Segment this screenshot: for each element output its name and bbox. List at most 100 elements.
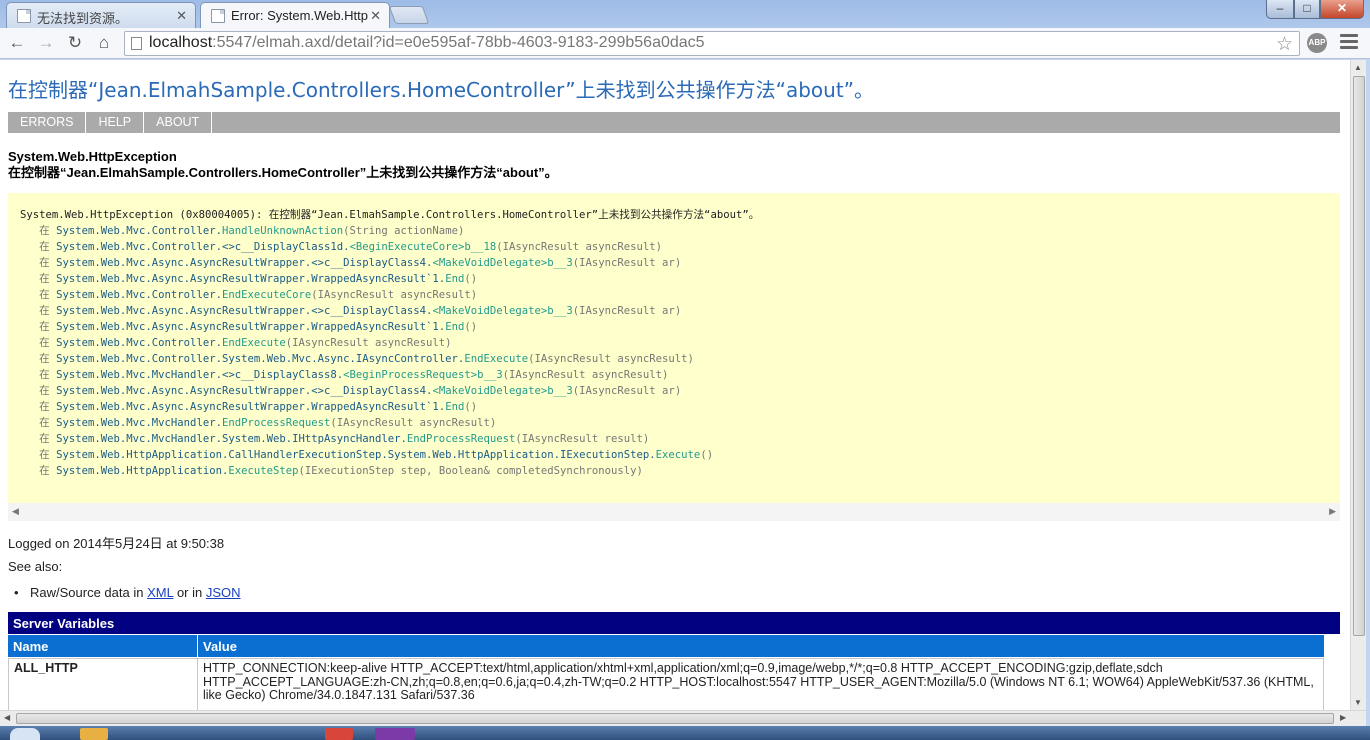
trace-prefix: 在 <box>39 449 50 461</box>
trace-line: 在 System.Web.Mvc.Controller.System.Web.M… <box>20 353 694 365</box>
raw-prefix: Raw/Source data in <box>30 585 144 600</box>
tab-title: Error: System.Web.Http <box>231 8 369 23</box>
trace-method-path: System.Web.Mvc.Async.AsyncResultWrapper.… <box>56 385 433 397</box>
trace-line: 在 System.Web.Mvc.Async.AsyncResultWrappe… <box>20 385 681 397</box>
trace-method-args: (IAsyncResult asyncResult) <box>311 289 478 301</box>
back-icon[interactable]: ← <box>6 32 28 54</box>
taskbar-app-icon[interactable] <box>375 728 415 740</box>
scroll-right-icon[interactable]: ▶ <box>1329 506 1336 517</box>
new-tab-button[interactable] <box>388 6 430 24</box>
stack-trace-box: System.Web.HttpException (0x80004005): 在… <box>8 193 1340 503</box>
scroll-right-icon[interactable]: ▶ <box>1340 713 1346 722</box>
trace-prefix: 在 <box>39 353 50 365</box>
trace-method-args: (IAsyncResult asyncResult) <box>502 369 669 381</box>
trace-prefix: 在 <box>39 385 50 397</box>
scroll-left-icon[interactable]: ◀ <box>4 713 10 722</box>
close-window-button[interactable]: ✕ <box>1320 0 1364 19</box>
adblock-plus-icon[interactable]: ABP <box>1307 33 1327 53</box>
column-header-name: Name <box>8 635 197 657</box>
error-message: 在控制器“Jean.ElmahSample.Controllers.HomeCo… <box>8 165 558 180</box>
trace-line: 在 System.Web.Mvc.Async.AsyncResultWrappe… <box>20 273 477 285</box>
page-favicon-icon <box>17 9 31 23</box>
vertical-scroll-thumb[interactable] <box>1353 76 1365 636</box>
error-heading: System.Web.HttpException 在控制器“Jean.Elmah… <box>8 149 558 181</box>
minimize-button[interactable]: – <box>1266 0 1294 19</box>
bookmark-star-icon[interactable]: ☆ <box>1276 33 1293 56</box>
trace-method-args: () <box>700 449 714 461</box>
scroll-up-icon[interactable]: ▲ <box>1354 63 1362 72</box>
logged-on-text: Logged on 2014年5月24日 at 9:50:38 <box>8 536 225 551</box>
trace-line: 在 System.Web.Mvc.MvcHandler.System.Web.I… <box>20 433 649 445</box>
address-bar[interactable]: localhost:5547/elmah.axd/detail?id=e0e59… <box>124 31 1300 56</box>
trace-method-args: (IAsyncResult ar) <box>572 305 682 317</box>
trace-line: 在 System.Web.Mvc.Async.AsyncResultWrappe… <box>20 321 477 333</box>
nav-about-link[interactable]: ABOUT <box>144 112 213 133</box>
trace-prefix: 在 <box>39 321 50 333</box>
taskbar-app-icon[interactable] <box>80 728 108 740</box>
page-viewport: 在控制器“Jean.ElmahSample.Controllers.HomeCo… <box>0 60 1350 710</box>
tab-close-icon[interactable]: ✕ <box>370 8 381 24</box>
error-type: System.Web.HttpException <box>8 149 177 164</box>
trace-horizontal-scrollbar[interactable]: ◀ ▶ <box>8 503 1340 521</box>
trace-line: 在 System.Web.Mvc.Controller.EndExecute(I… <box>20 337 451 349</box>
tab-not-found[interactable]: 无法找到资源。 ✕ <box>6 2 196 28</box>
vertical-scrollbar[interactable]: ▲ ▼ <box>1350 60 1366 710</box>
bullet-icon: • <box>14 585 19 600</box>
trace-prefix: 在 <box>39 257 50 269</box>
trace-method-args: (IAsyncResult asyncResult) <box>330 417 497 429</box>
horizontal-scrollbar[interactable]: ◀ ▶ <box>0 710 1366 726</box>
trace-method-name: <BeginExecuteCore>b__18 <box>349 241 497 253</box>
trace-line: 在 System.Web.Mvc.Async.AsyncResultWrappe… <box>20 257 681 269</box>
nav-help-link[interactable]: HELP <box>86 112 145 133</box>
browser-window: 无法找到资源。 ✕ Error: System.Web.Http ✕ – □ ✕… <box>0 0 1370 740</box>
page-favicon-icon <box>211 9 225 23</box>
trace-method-path: System.Web.Mvc.Async.AsyncResultWrapper.… <box>56 305 433 317</box>
home-icon[interactable]: ⌂ <box>93 32 115 54</box>
trace-prefix: 在 <box>39 401 50 413</box>
trace-method-args: (IAsyncResult ar) <box>572 385 682 397</box>
reload-icon[interactable]: ↻ <box>64 32 86 54</box>
trace-method-args: (IAsyncResult result) <box>515 433 650 445</box>
trace-line: 在 System.Web.Mvc.Async.AsyncResultWrappe… <box>20 305 681 317</box>
server-variables-header: Server Variables <box>8 612 1340 634</box>
trace-method-args: (IAsyncResult asyncResult) <box>528 353 694 365</box>
trace-method-path: System.Web.Mvc.Async.AsyncResultWrapper.… <box>56 257 433 269</box>
tab-title: 无法找到资源。 <box>37 11 129 26</box>
trace-method-name: End <box>445 273 465 285</box>
json-link[interactable]: JSON <box>206 585 241 600</box>
trace-method-name: EndExecuteCore <box>221 289 312 301</box>
trace-prefix: 在 <box>39 289 50 301</box>
tab-strip: 无法找到资源。 ✕ Error: System.Web.Http ✕ – □ ✕ <box>0 0 1370 28</box>
trace-prefix: 在 <box>39 225 50 237</box>
trace-method-name: EndExecute <box>464 353 529 365</box>
trace-method-path: System.Web.Mvc.Controller. <box>56 337 222 349</box>
trace-method-args: (String actionName) <box>343 225 465 237</box>
trace-method-args: () <box>464 321 478 333</box>
trace-method-name: End <box>445 401 465 413</box>
forward-icon[interactable]: → <box>35 32 57 54</box>
column-header-value: Value <box>198 635 1324 657</box>
trace-method-path: System.Web.Mvc.Async.AsyncResultWrapper.… <box>56 273 446 285</box>
trace-prefix: 在 <box>39 337 50 349</box>
tab-elmah-error[interactable]: Error: System.Web.Http ✕ <box>200 2 390 28</box>
trace-prefix: 在 <box>39 465 50 477</box>
trace-method-path: System.Web.Mvc.Async.AsyncResultWrapper.… <box>56 321 446 333</box>
trace-method-args: (IAsyncResult asyncResult) <box>496 241 663 253</box>
scroll-left-icon[interactable]: ◀ <box>12 506 19 517</box>
menu-icon[interactable] <box>1340 34 1358 52</box>
tab-close-icon[interactable]: ✕ <box>176 8 187 24</box>
trace-method-name: EndProcessRequest <box>406 433 516 445</box>
start-button[interactable] <box>10 728 40 740</box>
maximize-button[interactable]: □ <box>1294 0 1320 19</box>
trace-prefix: 在 <box>39 417 50 429</box>
horizontal-scroll-thumb[interactable] <box>16 713 1334 724</box>
scroll-down-icon[interactable]: ▼ <box>1354 698 1362 707</box>
taskbar-app-icon[interactable] <box>325 728 353 740</box>
trace-method-path: System.Web.Mvc.Controller. <box>56 289 222 301</box>
nav-errors-link[interactable]: ERRORS <box>8 112 87 133</box>
trace-method-path: System.Web.Mvc.MvcHandler.System.Web.IHt… <box>56 433 407 445</box>
see-also-label: See also: <box>8 559 63 574</box>
xml-link[interactable]: XML <box>147 585 173 600</box>
trace-line: 在 System.Web.Mvc.Controller.<>c__Display… <box>20 241 662 253</box>
trace-method-args: () <box>464 401 478 413</box>
